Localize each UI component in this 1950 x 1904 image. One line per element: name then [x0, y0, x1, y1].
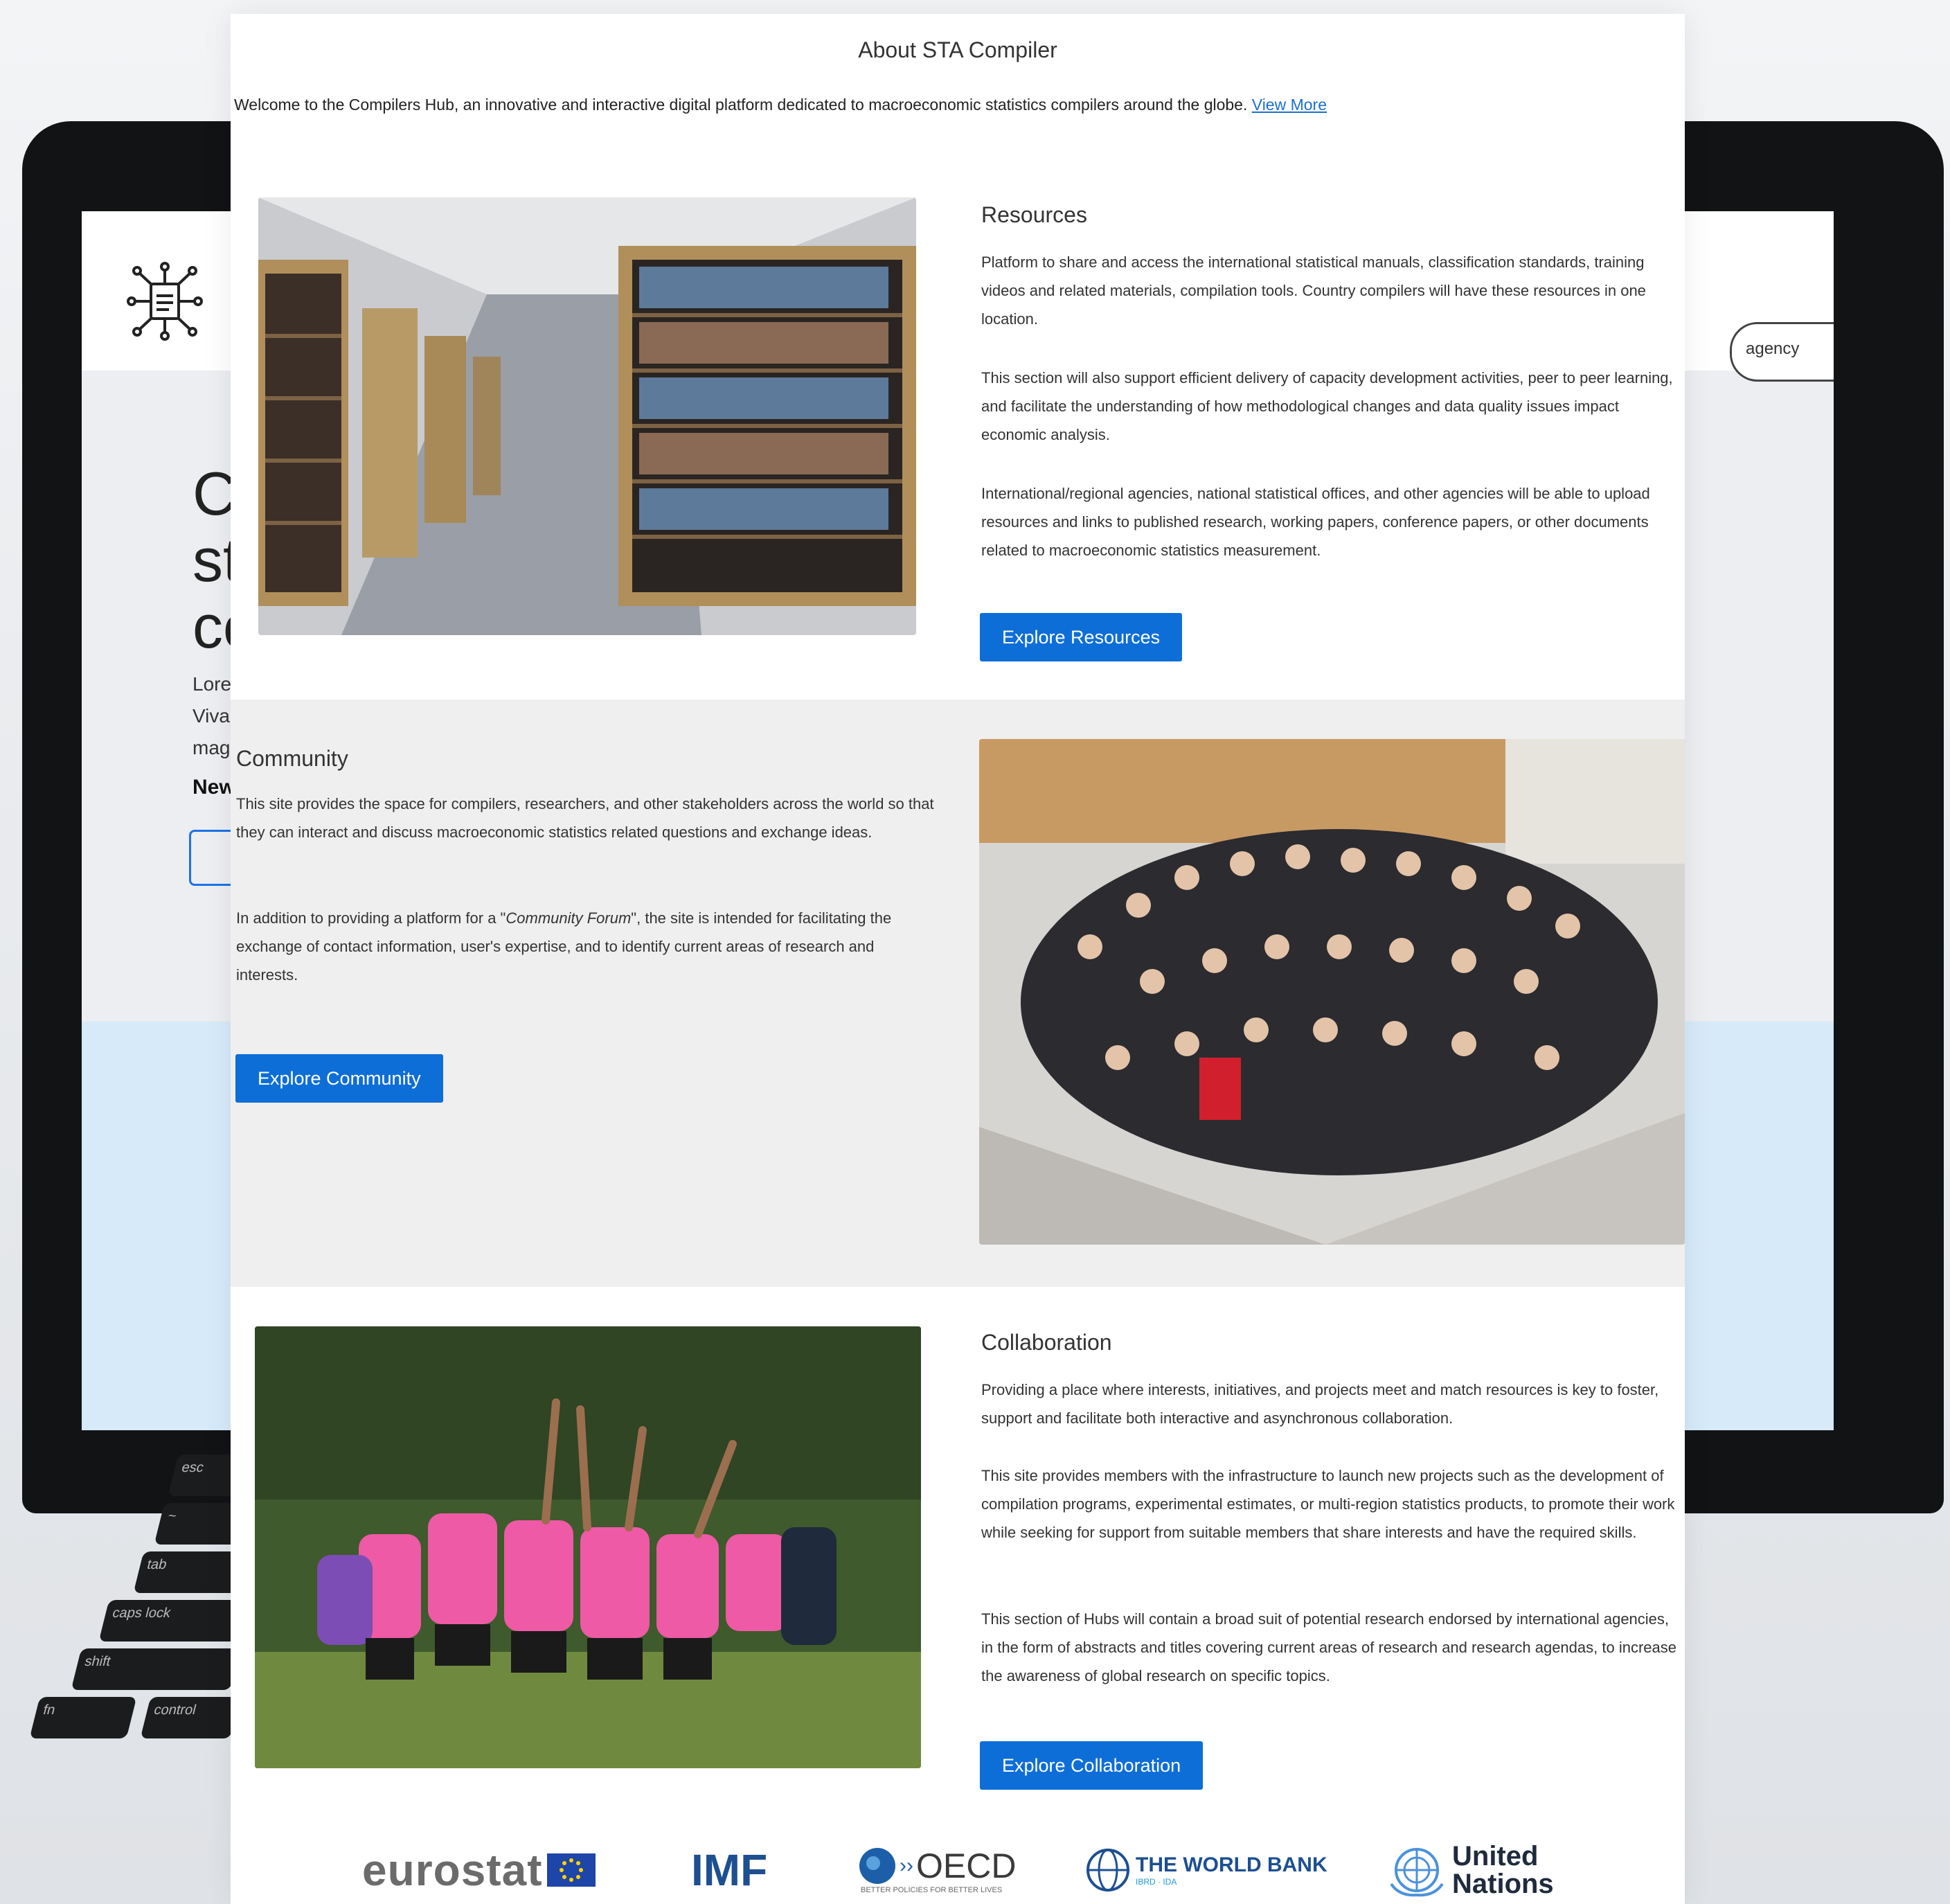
un-wordmark-line1: United [1452, 1841, 1539, 1871]
community-paragraph: This site provides the space for compile… [236, 795, 934, 841]
oecd-mark: ›› OECD [858, 1846, 1016, 1886]
worldbank-sub: IBRD · IDA [1136, 1877, 1177, 1887]
intro-text: Welcome to the Compilers Hub, an innovat… [234, 96, 1248, 114]
oecd-chevrons: ›› [900, 1854, 913, 1877]
oecd-tagline: BETTER POLICIES FOR BETTER LIVES [861, 1886, 1003, 1894]
eu-flag-icon [546, 1853, 596, 1887]
un-wordmark-line2: Nations [1452, 1869, 1554, 1899]
eurostat-logo[interactable]: eurostat [362, 1835, 596, 1904]
imf-wordmark: IMF [691, 1845, 768, 1895]
un-text: United Nations [1452, 1842, 1554, 1898]
key-caps-lock: caps lock [98, 1600, 248, 1641]
un-logo[interactable]: United Nations [1386, 1835, 1554, 1904]
community-forum-emphasis: Community Forum [506, 909, 632, 927]
explore-community-button[interactable]: Explore Community [235, 1054, 443, 1103]
library-illustration [258, 197, 916, 635]
resources-paragraph: Platform to share and access the interna… [981, 253, 1646, 328]
explore-resources-button[interactable]: Explore Resources [980, 613, 1183, 661]
hub-logo-icon [127, 262, 203, 341]
group-photo-image [979, 739, 1685, 1245]
view-more-link[interactable]: View More [1252, 96, 1327, 114]
worldbank-globe-icon [1086, 1849, 1129, 1892]
key-fn: fn [29, 1697, 137, 1738]
worldbank-wordmark: THE WORLD BANK [1136, 1853, 1327, 1876]
background-search-box[interactable]: agency [1730, 322, 1834, 382]
worldbank-text: THE WORLD BANK IBRD · IDA [1136, 1853, 1327, 1887]
library-image [258, 197, 916, 635]
un-emblem-icon [1390, 1848, 1444, 1897]
eurostat-wordmark: eurostat [362, 1845, 543, 1895]
team-photo-image [255, 1326, 921, 1768]
key-shift: shift [71, 1648, 241, 1690]
resources-paragraph: International/regional agencies, nationa… [981, 485, 1650, 559]
collaboration-paragraph: Providing a place where interests, initi… [981, 1381, 1659, 1427]
oecd-logo[interactable]: ›› OECD BETTER POLICIES FOR BETTER LIVES [858, 1835, 1016, 1904]
collaboration-heading: Collaboration [981, 1330, 1112, 1355]
partner-logos: eurostat IMF ›› OECD BETTER POLICIES FOR… [231, 1835, 1685, 1904]
collaboration-paragraph: This section of Hubs will contain a broa… [981, 1610, 1676, 1684]
oecd-wordmark: OECD [915, 1847, 1017, 1885]
imf-logo[interactable]: IMF [691, 1835, 767, 1904]
background-new-label: New [193, 776, 235, 799]
resources-heading: Resources [981, 202, 1087, 227]
key-control: control [140, 1697, 241, 1738]
community-heading: Community [236, 746, 348, 771]
about-page: About STA Compiler Welcome to the Compil… [231, 14, 1685, 1904]
resources-paragraph: This section will also support efficient… [981, 369, 1673, 443]
background-search-placeholder: agency [1746, 339, 1800, 358]
intro-line: Welcome to the Compilers Hub, an innovat… [234, 96, 1327, 114]
group-photo-illustration [979, 739, 1685, 1245]
page-title: About STA Compiler [858, 37, 1057, 62]
laptop-keyboard: esc ~ tab caps lock shift fn control [0, 1427, 255, 1773]
community-section: Community This site provides the space f… [231, 700, 1685, 1287]
oecd-globe-icon [859, 1848, 895, 1884]
team-photo-illustration [255, 1326, 921, 1768]
explore-collaboration-button[interactable]: Explore Collaboration [980, 1741, 1204, 1790]
worldbank-logo[interactable]: THE WORLD BANK IBRD · IDA [1086, 1835, 1327, 1904]
community-text: In addition to providing a platform for … [236, 909, 506, 927]
community-paragraph-2: In addition to providing a platform for … [236, 904, 936, 989]
collaboration-paragraph: This site provides members with the infr… [981, 1467, 1675, 1541]
